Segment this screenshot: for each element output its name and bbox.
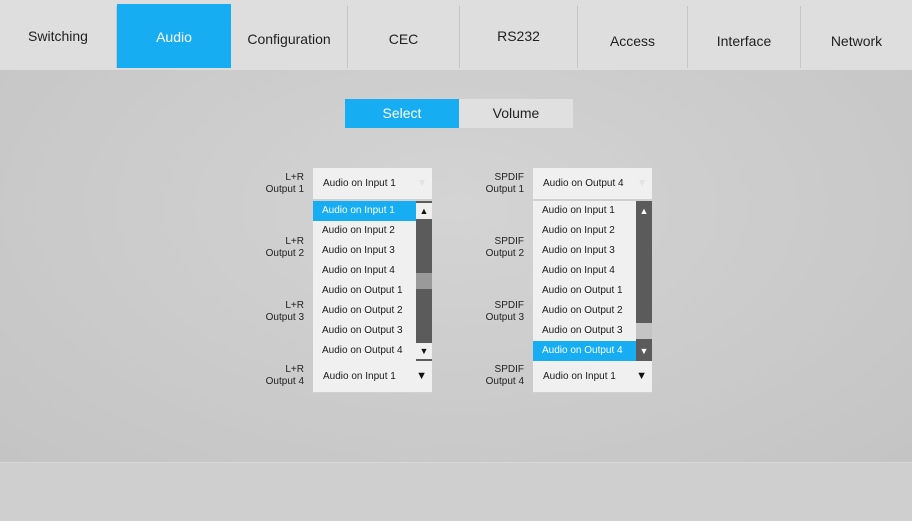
lr-output-1-select[interactable]: Audio on Input 1 ▼: [313, 168, 432, 200]
volume-segment-button[interactable]: Volume: [459, 99, 573, 128]
tab-label: Access: [609, 33, 656, 49]
tab-label: CEC: [388, 31, 419, 47]
lr-output-2-label: L+R Output 2: [265, 236, 304, 259]
tab-label: Audio: [156, 29, 192, 45]
dropdown-option[interactable]: Audio on Output 3: [313, 321, 416, 341]
tab-cec[interactable]: CEC: [348, 6, 460, 68]
tab-audio[interactable]: Audio: [117, 4, 231, 68]
dropdown-option[interactable]: Audio on Output 1: [313, 281, 416, 301]
chevron-down-icon: ▼: [637, 178, 647, 189]
lr-output-4-label: L+R Output 4: [265, 364, 304, 387]
selected-value: Audio on Input 1: [543, 371, 616, 382]
select-segment-button[interactable]: Select: [345, 99, 459, 128]
scrollbar-thumb[interactable]: [636, 323, 652, 339]
top-nav: Switching Audio Configuration CEC RS232 …: [0, 0, 912, 71]
chevron-down-icon: ▼: [417, 178, 427, 189]
spdif-output-1-select[interactable]: Audio on Output 4 ▼: [533, 168, 652, 200]
dropdown-option[interactable]: Audio on Input 3: [313, 241, 416, 261]
triangle-up-icon[interactable]: ▲: [636, 203, 652, 219]
tab-label: Configuration: [247, 31, 331, 47]
triangle-up-icon[interactable]: ▲: [416, 203, 432, 219]
triangle-down-icon: ▼: [636, 370, 647, 382]
audio-panel: [0, 70, 912, 462]
selected-value: Audio on Input 1: [323, 371, 396, 382]
selected-value: Audio on Output 4: [543, 178, 624, 189]
tab-rs232[interactable]: RS232: [460, 6, 578, 68]
spdif-output-2-label: SPDIF Output 2: [485, 236, 524, 259]
triangle-down-icon[interactable]: ▼: [636, 343, 652, 359]
selected-value: Audio on Input 1: [323, 178, 396, 189]
dropdown-option[interactable]: Audio on Output 4: [533, 341, 636, 361]
tab-network[interactable]: Network: [801, 6, 912, 68]
scrollbar-thumb[interactable]: [416, 273, 432, 289]
tab-label: Switching: [28, 28, 88, 44]
dropdown-option[interactable]: Audio on Input 1: [533, 201, 636, 221]
spdif-output-4-select[interactable]: Audio on Input 1 ▼: [533, 361, 652, 393]
triangle-down-icon: ▼: [416, 370, 427, 382]
tab-interface[interactable]: Interface: [688, 6, 801, 68]
dropdown-option[interactable]: Audio on Output 4: [313, 341, 416, 361]
footer-bar: [0, 462, 912, 521]
lr-output-1-label: L+R Output 1: [265, 172, 304, 195]
dropdown-option[interactable]: Audio on Input 2: [313, 221, 416, 241]
dropdown-option[interactable]: Audio on Output 1: [533, 281, 636, 301]
tab-switching[interactable]: Switching: [0, 6, 117, 68]
spdif-output-3-label: SPDIF Output 3: [485, 300, 524, 323]
lr-output-3-label: L+R Output 3: [265, 300, 304, 323]
tab-label: Interface: [716, 33, 772, 49]
dropdown-option[interactable]: Audio on Input 1: [313, 201, 416, 221]
tab-access[interactable]: Access: [578, 6, 688, 68]
scrollbar[interactable]: ▲ ▼: [636, 201, 652, 361]
lr-output-4-select[interactable]: Audio on Input 1 ▼: [313, 361, 432, 393]
lr-output-1-dropdown[interactable]: Audio on Input 1 Audio on Input 2 Audio …: [313, 201, 432, 361]
tab-label: RS232: [497, 28, 540, 44]
dropdown-option[interactable]: Audio on Output 2: [533, 301, 636, 321]
scrollbar[interactable]: ▲ ▼: [416, 201, 432, 361]
dropdown-option[interactable]: Audio on Input 2: [533, 221, 636, 241]
triangle-down-icon[interactable]: ▼: [416, 343, 432, 359]
spdif-output-1-dropdown[interactable]: Audio on Input 1 Audio on Input 2 Audio …: [533, 201, 652, 361]
tab-configuration[interactable]: Configuration: [231, 6, 348, 68]
dropdown-option[interactable]: Audio on Input 4: [313, 261, 416, 281]
dropdown-option[interactable]: Audio on Output 2: [313, 301, 416, 321]
spdif-output-4-label: SPDIF Output 4: [485, 364, 524, 387]
tab-label: Network: [830, 33, 883, 49]
dropdown-option[interactable]: Audio on Output 3: [533, 321, 636, 341]
spdif-output-1-label: SPDIF Output 1: [485, 172, 524, 195]
dropdown-option[interactable]: Audio on Input 3: [533, 241, 636, 261]
dropdown-option[interactable]: Audio on Input 4: [533, 261, 636, 281]
